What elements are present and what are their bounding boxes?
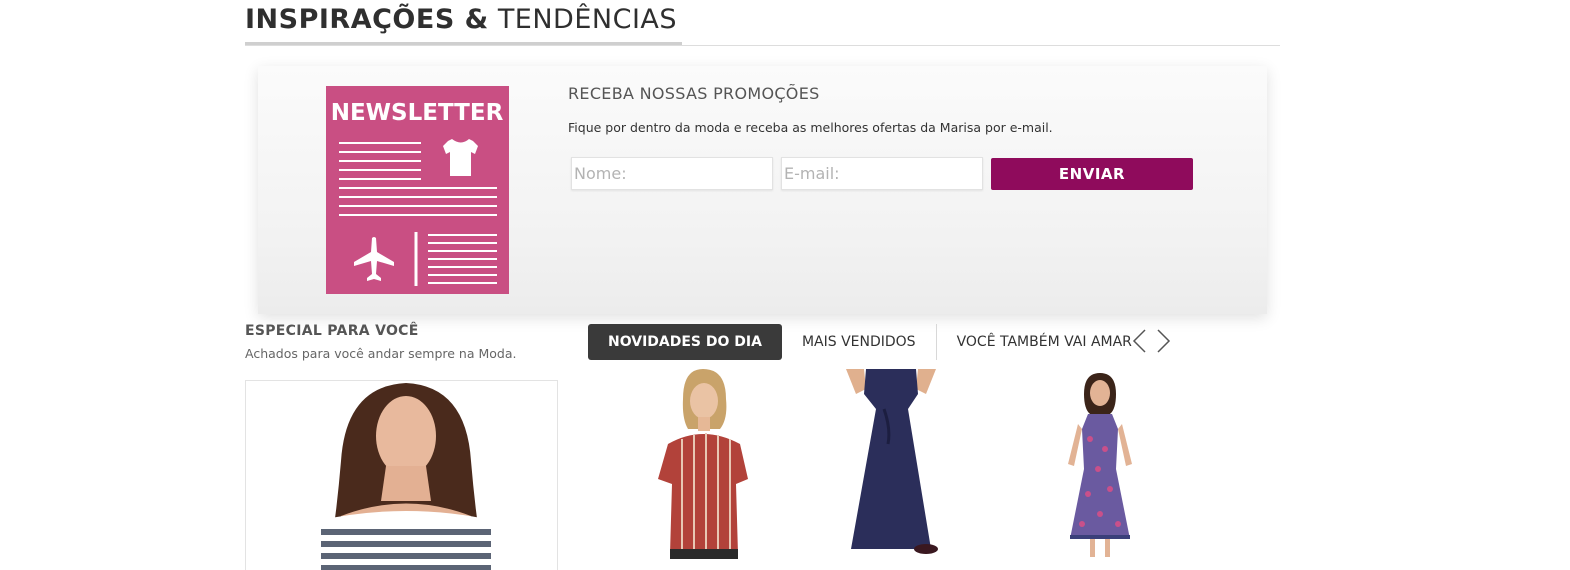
product-image <box>658 369 748 559</box>
section-divider <box>245 45 1280 46</box>
chevron-left-icon <box>1132 329 1146 353</box>
product-card[interactable] <box>1060 369 1140 559</box>
tshirt-icon <box>443 139 478 176</box>
chevron-right-icon <box>1157 329 1171 353</box>
product-card[interactable] <box>836 369 946 559</box>
featured-product-image <box>316 383 496 570</box>
newsletter-heading: RECEBA NOSSAS PROMOÇÕES <box>568 84 820 103</box>
tab-novidades-do-dia[interactable]: NOVIDADES DO DIA <box>588 324 782 360</box>
page: INSPIRAÇÕES & TENDÊNCIAS NEWSLETTER RECE… <box>0 0 1570 570</box>
section-title-underline <box>245 42 682 45</box>
product-image <box>846 369 938 554</box>
newsletter-description: Fique por dentro da moda e receba as mel… <box>568 120 1053 135</box>
newsletter-icon: NEWSLETTER <box>326 86 509 294</box>
carousel-next-button[interactable] <box>1153 327 1173 355</box>
newsletter-panel: NEWSLETTER RECEBA NOSSAS PROMOÇÕES Fique… <box>258 66 1267 314</box>
section-title-light: TENDÊNCIAS <box>497 4 678 35</box>
especial-title: ESPECIAL PARA VOCÊ <box>245 323 419 339</box>
tab-voce-tambem-vai-amar[interactable]: VOCÊ TAMBÉM VAI AMAR <box>937 324 1152 360</box>
product-card[interactable] <box>648 369 758 559</box>
section-title: INSPIRAÇÕES & TENDÊNCIAS <box>245 4 677 35</box>
name-field[interactable] <box>571 157 773 190</box>
airplane-icon <box>354 237 394 281</box>
featured-product-card[interactable] <box>245 380 558 570</box>
especial-subtitle: Achados para você andar sempre na Moda. <box>245 346 517 361</box>
carousel-prev-button[interactable] <box>1130 327 1150 355</box>
product-image <box>1068 373 1132 557</box>
newsletter-icon-label: NEWSLETTER <box>331 100 504 126</box>
submit-button[interactable]: ENVIAR <box>991 158 1193 190</box>
section-title-bold: INSPIRAÇÕES & <box>245 4 489 35</box>
product-tabs: NOVIDADES DO DIA MAIS VENDIDOS VOCÊ TAMB… <box>588 324 1152 360</box>
email-field[interactable] <box>781 157 983 190</box>
tab-mais-vendidos[interactable]: MAIS VENDIDOS <box>782 324 936 360</box>
